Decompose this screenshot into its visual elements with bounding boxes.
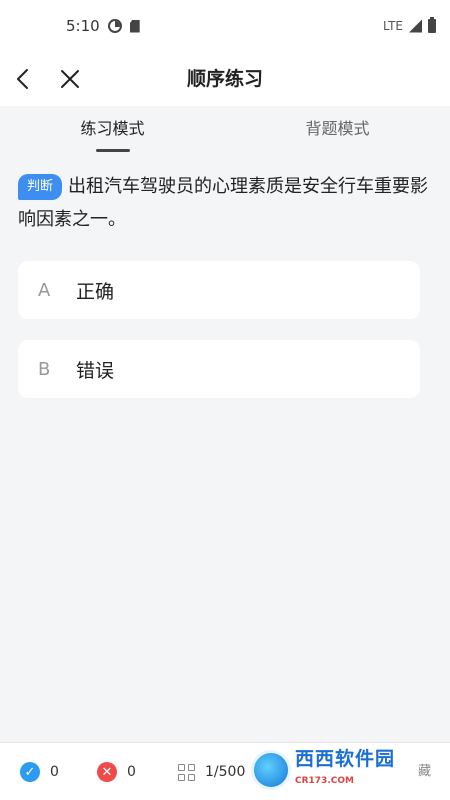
question-type-badge: 判断 (18, 174, 63, 200)
mode-tabs: 练习模式 背题模式 (0, 106, 450, 156)
grid-icon (178, 763, 195, 781)
watermark: 西西软件园 CR173.COM (251, 748, 431, 792)
battery-icon (428, 17, 436, 33)
network-type: LTE (383, 19, 403, 33)
signal-icon (409, 19, 422, 33)
watermark-name: 西西软件园 (295, 748, 396, 770)
question: 判断 出租汽车驾驶员的心理素质是安全行车重要影响因素之一。 (18, 170, 438, 236)
status-bar: 5:10 LTE (0, 0, 450, 52)
option-a[interactable]: A 正确 (18, 261, 420, 319)
watermark-logo-icon (251, 750, 291, 790)
data-saver-icon (107, 19, 122, 33)
back-icon[interactable] (12, 67, 36, 91)
option-text: 正确 (76, 280, 115, 303)
wrong-counter[interactable]: ✕ 0 (97, 743, 136, 800)
question-grid-button[interactable]: 1/500 (178, 743, 245, 800)
question-text: 出租汽车驾驶员的心理素质是安全行车重要影响因素之一。 (18, 176, 429, 230)
watermark-text: 西西软件园 CR173.COM (295, 748, 395, 792)
progress-count: 1/500 (205, 764, 246, 780)
correct-counter[interactable]: ✓ 0 (20, 743, 59, 800)
option-letter: A (38, 279, 51, 301)
tab-practice-mode[interactable]: 练习模式 (0, 106, 225, 156)
status-right: LTE (383, 17, 436, 33)
wrong-count: 0 (127, 764, 136, 780)
watermark-site: CR173.COM (295, 776, 354, 786)
nav-bar: 顺序练习 (0, 52, 450, 106)
option-text: 错误 (76, 359, 115, 382)
tab-memorize-mode[interactable]: 背题模式 (225, 106, 450, 156)
answer-options: A 正确 B 错误 (18, 261, 420, 419)
sd-card-icon (129, 19, 140, 33)
status-left: 5:10 (66, 17, 140, 35)
check-icon: ✓ (20, 762, 40, 782)
status-time: 5:10 (66, 17, 100, 35)
option-letter: B (38, 358, 51, 380)
option-b[interactable]: B 错误 (18, 340, 420, 398)
close-icon[interactable] (58, 67, 82, 91)
correct-count: 0 (50, 764, 59, 780)
cross-icon: ✕ (97, 762, 117, 782)
